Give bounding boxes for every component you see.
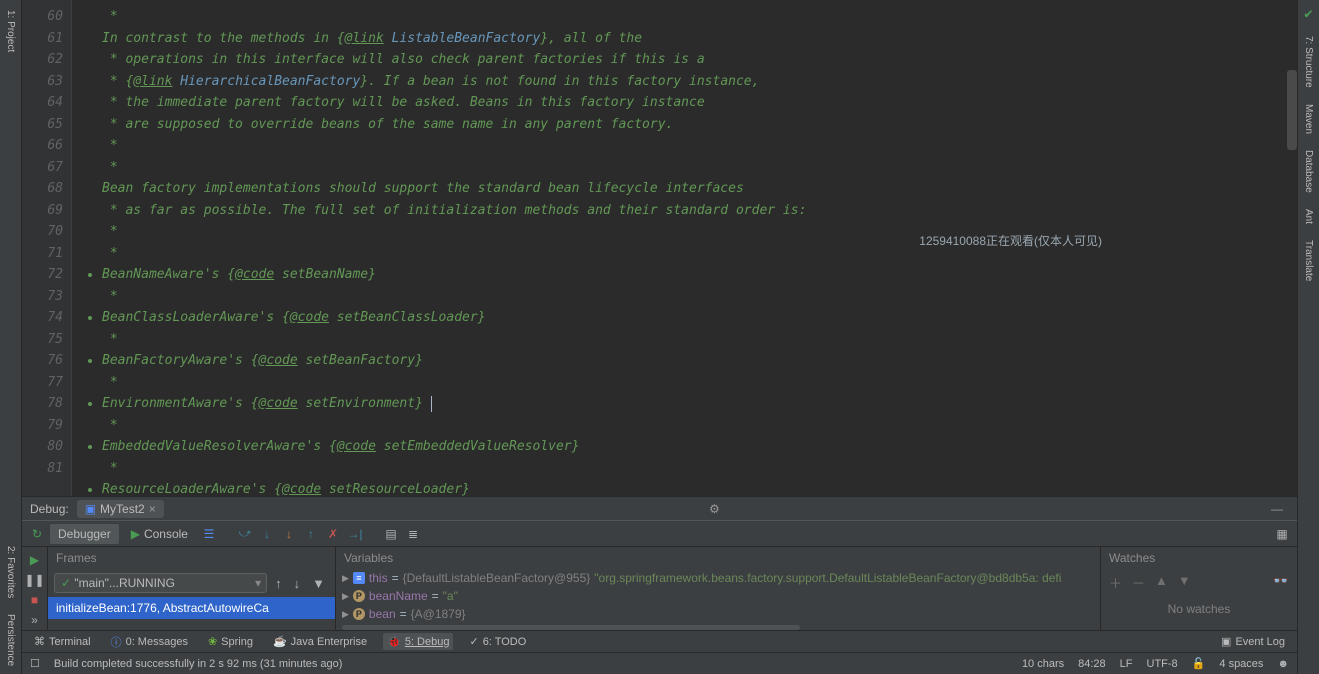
code-line[interactable]: *: [72, 221, 1297, 243]
bottom-toolbar: ⌘Terminal ⓘ0: Messages ❀Spring ☕Java Ent…: [22, 630, 1297, 652]
persistence-toolwindow[interactable]: Persistence: [3, 606, 18, 674]
variable-row[interactable]: ▶≡ this = {DefaultListableBeanFactory@95…: [336, 569, 1100, 587]
resume-icon[interactable]: ▶: [30, 553, 39, 567]
code-line[interactable]: * the immediate parent factory will be a…: [72, 92, 1297, 114]
code-line[interactable]: * EnvironmentAware's {@code setEnvironme…: [72, 372, 1297, 415]
readonly-icon[interactable]: 🔓: [1192, 657, 1206, 670]
event-log-tool[interactable]: ▣Event Log: [1217, 633, 1289, 650]
glasses-icon[interactable]: 👓: [1273, 573, 1289, 592]
thread-selector[interactable]: ✓ "main"...RUNNING: [54, 573, 267, 593]
debug-body: ▶ ❚❚ ■ » Frames ✓ "main"...RUNNING ↑ ↓ ▼…: [22, 546, 1297, 630]
rerun-icon[interactable]: ↻: [28, 525, 46, 543]
debug-title: Debug:: [30, 502, 69, 516]
frames-title: Frames: [48, 547, 335, 569]
status-icon: ☐: [30, 657, 40, 670]
code-line[interactable]: * BeanNameAware's {@code setBeanName}: [72, 243, 1297, 286]
variables-pane: Variables ▶≡ this = {DefaultListableBean…: [336, 547, 1101, 630]
right-toolbar: ✔ 7: Structure Maven Database Ant Transl…: [1297, 0, 1319, 674]
build-status: Build completed successfully in 2 s 92 m…: [54, 658, 1008, 670]
more-icon[interactable]: »: [31, 613, 38, 627]
selection-chars: 10 chars: [1022, 658, 1064, 670]
terminal-tool[interactable]: ⌘Terminal: [30, 633, 95, 650]
debugger-tab[interactable]: Debugger: [50, 524, 119, 544]
left-toolbar: 1: Project 2: Favorites Persistence: [0, 0, 22, 674]
threads-icon[interactable]: ☰: [200, 525, 218, 543]
stop-icon[interactable]: ■: [31, 593, 38, 607]
spring-tool[interactable]: ❀Spring: [204, 633, 257, 650]
status-bar: ☐ Build completed successfully in 2 s 92…: [22, 652, 1297, 674]
code-line[interactable]: * operations in this interface will also…: [72, 49, 1297, 71]
variables-title: Variables: [336, 547, 1100, 569]
ant-toolwindow[interactable]: Ant: [1301, 201, 1316, 232]
translate-toolwindow[interactable]: Translate: [1301, 232, 1316, 289]
drop-frame-icon[interactable]: ✗: [324, 525, 342, 543]
indent[interactable]: 4 spaces: [1219, 658, 1263, 670]
code-line[interactable]: * are supposed to override beans of the …: [72, 114, 1297, 136]
stack-frame[interactable]: initializeBean:1776, AbstractAutowireCa: [48, 597, 335, 619]
run-controls: ▶ ❚❚ ■ »: [22, 547, 48, 630]
line-sep[interactable]: LF: [1120, 658, 1133, 670]
debug-header: Debug: ▣ MyTest2 × ⚙ —: [22, 496, 1297, 520]
frames-pane: Frames ✓ "main"...RUNNING ↑ ↓ ▼ initiali…: [48, 547, 336, 630]
java-ee-tool[interactable]: ☕Java Enterprise: [269, 633, 371, 650]
viewer-notice: 1259410088正在观看(仅本人可见): [919, 232, 1102, 249]
editor-area: 6061626364656667686970717273747576777879…: [22, 0, 1297, 496]
caret-pos[interactable]: 84:28: [1078, 658, 1106, 670]
pause-icon[interactable]: ❚❚: [24, 573, 44, 587]
code-line[interactable]: * BeanFactoryAware's {@code setBeanFacto…: [72, 329, 1297, 372]
variable-row[interactable]: ▶P beanName = "a": [336, 587, 1100, 605]
encoding[interactable]: UTF-8: [1147, 658, 1178, 670]
evaluate-icon[interactable]: ▤: [382, 525, 400, 543]
watches-title: Watches: [1101, 547, 1297, 569]
watch-down-icon[interactable]: ▼: [1178, 573, 1191, 592]
debug-toolbar: ↻ Debugger ▶Console ☰ ⤻ ↓ ↓ ↑ ✗ →| ▤ ≣ ▦: [22, 520, 1297, 546]
code-line[interactable]: * EmbeddedValueResolverAware's {@code se…: [72, 415, 1297, 458]
code-line[interactable]: * In contrast to the methods in {@link L…: [72, 6, 1297, 49]
force-step-into-icon[interactable]: ↓: [280, 525, 298, 543]
code-line[interactable]: * ResourceLoaderAware's {@code setResour…: [72, 458, 1297, 497]
run-to-cursor-icon[interactable]: →|: [346, 525, 364, 543]
watch-up-icon[interactable]: ▲: [1155, 573, 1168, 592]
debug-session-tab[interactable]: ▣ MyTest2 ×: [77, 500, 164, 518]
code-line[interactable]: *: [72, 135, 1297, 157]
remove-watch-icon[interactable]: －: [1132, 573, 1145, 592]
code-line[interactable]: * as far as possible. The full set of in…: [72, 200, 1297, 222]
code-line[interactable]: * BeanClassLoaderAware's {@code setBeanC…: [72, 286, 1297, 329]
next-frame-icon[interactable]: ↓: [290, 576, 305, 591]
close-icon[interactable]: ×: [149, 502, 156, 516]
step-into-icon[interactable]: ↓: [258, 525, 276, 543]
inspector-icon[interactable]: ☻: [1277, 658, 1289, 670]
maven-toolwindow[interactable]: Maven: [1301, 96, 1316, 142]
code-editor[interactable]: * In contrast to the methods in {@link L…: [72, 0, 1297, 496]
trace-icon[interactable]: ≣: [404, 525, 422, 543]
step-over-icon[interactable]: ⤻: [236, 525, 254, 543]
scrollbar[interactable]: [1287, 70, 1297, 150]
analysis-ok-icon[interactable]: ✔: [1304, 6, 1312, 22]
debug-tool[interactable]: 🐞5: Debug: [383, 633, 453, 650]
favorites-toolwindow[interactable]: 2: Favorites: [3, 538, 18, 606]
structure-toolwindow[interactable]: 7: Structure: [1301, 28, 1316, 96]
step-out-icon[interactable]: ↑: [302, 525, 320, 543]
layout-icon[interactable]: ▦: [1273, 525, 1291, 543]
console-tab[interactable]: ▶Console: [123, 524, 196, 544]
database-toolwindow[interactable]: Database: [1301, 142, 1316, 201]
prev-frame-icon[interactable]: ↑: [271, 576, 286, 591]
watches-pane: Watches ＋ － ▲ ▼ 👓 No watches: [1101, 547, 1297, 630]
gutter[interactable]: 6061626364656667686970717273747576777879…: [22, 0, 72, 496]
messages-tool[interactable]: ⓘ0: Messages: [107, 632, 192, 652]
code-line[interactable]: * {@link HierarchicalBeanFactory}. If a …: [72, 71, 1297, 93]
filter-icon[interactable]: ▼: [308, 576, 329, 591]
todo-tool[interactable]: ✓6: TODO: [465, 633, 530, 650]
project-toolwindow[interactable]: 1: Project: [3, 2, 18, 60]
add-watch-icon[interactable]: ＋: [1109, 573, 1122, 592]
code-line[interactable]: * Bean factory implementations should su…: [72, 157, 1297, 200]
gear-icon[interactable]: ⚙: [703, 502, 726, 516]
watches-empty: No watches: [1101, 596, 1297, 616]
variable-row[interactable]: ▶P bean = {A@1879}: [336, 605, 1100, 623]
minimize-icon[interactable]: —: [1265, 502, 1289, 516]
